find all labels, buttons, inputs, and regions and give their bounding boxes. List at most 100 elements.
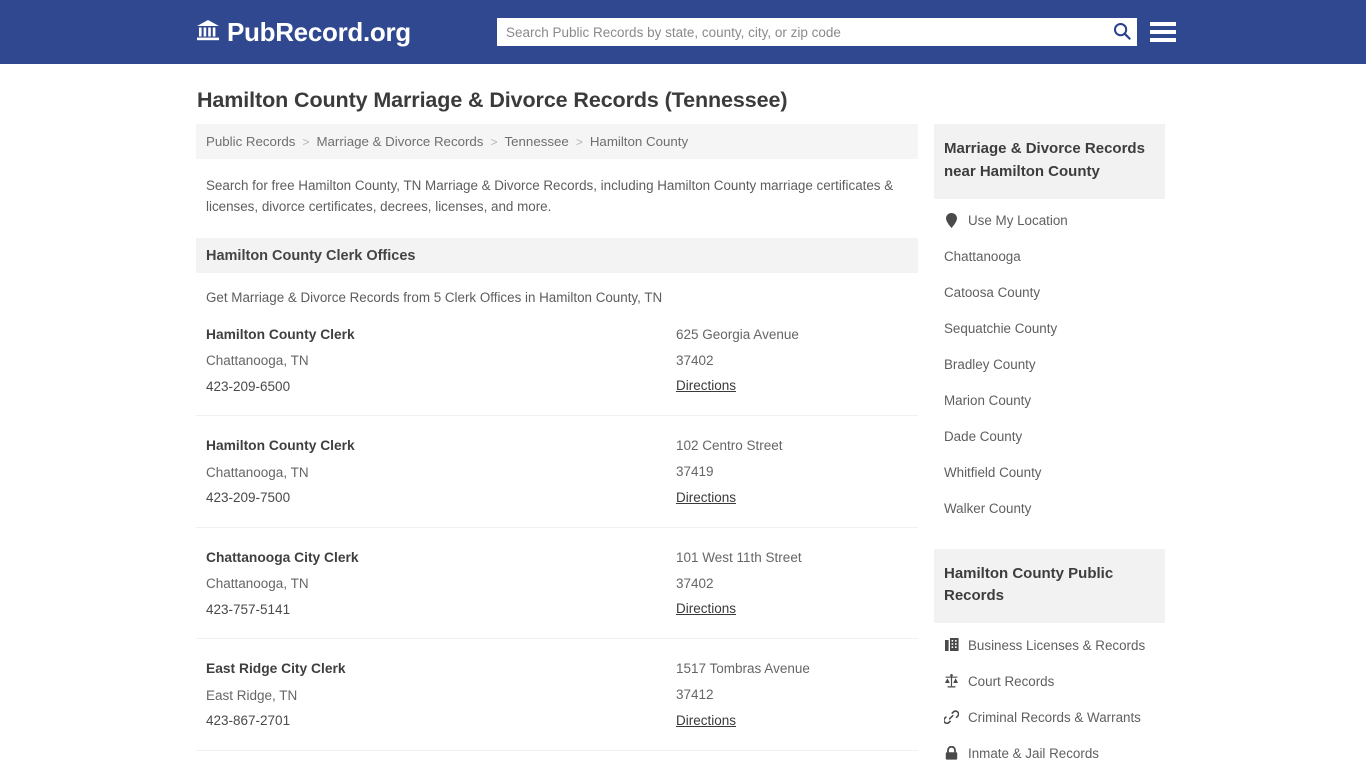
sidebar-item-label: Walker County (944, 501, 1032, 517)
sidebar-item-label: Bradley County (944, 357, 1036, 373)
main-column: Public Records > Marriage & Divorce Reco… (196, 124, 918, 768)
sidebar-item-label: Chattanooga (944, 249, 1021, 265)
nearby-records-panel: Marriage & Divorce Records near Hamilton… (934, 124, 1165, 527)
directions-link[interactable]: Directions (676, 708, 736, 734)
breadcrumb-item-hamilton-county[interactable]: Hamilton County (590, 134, 688, 149)
office-street: 102 Centro Street (676, 438, 783, 454)
sidebar: Marriage & Divorce Records near Hamilton… (934, 124, 1165, 768)
sidebar-item-label: Inmate & Jail Records (968, 745, 1099, 761)
sidebar-item-label: Criminal Records & Warrants (968, 709, 1141, 725)
search-icon (1113, 22, 1131, 43)
clerk-offices-subheading: Get Marriage & Divorce Records from 5 Cl… (206, 290, 663, 305)
sidebar-item-label: Marion County (944, 393, 1032, 409)
sidebar-item-criminal-records[interactable]: Criminal Records & Warrants (934, 699, 1165, 735)
lock-icon (944, 746, 959, 760)
sidebar-item-whitfield-county[interactable]: Whitfield County (934, 455, 1165, 491)
sidebar-item-court-records[interactable]: Court Records (934, 663, 1165, 699)
sidebar-item-label: Catoosa County (944, 285, 1041, 301)
sidebar-item-label: Dade County (944, 429, 1023, 445)
office-left-column: Hamilton County Clerk Chattanooga, TN 42… (206, 322, 676, 399)
office-name: East Ridge City Clerk (206, 661, 346, 677)
office-phone: 423-209-6500 (206, 378, 291, 394)
sidebar-item-bradley-county[interactable]: Bradley County (934, 347, 1165, 383)
breadcrumb-separator: > (490, 134, 498, 149)
table-row: East Ridge City Clerk East Ridge, TN 423… (196, 639, 918, 751)
nearby-panel-heading: Marriage & Divorce Records near Hamilton… (934, 124, 1165, 199)
sidebar-item-use-my-location[interactable]: Use My Location (934, 203, 1165, 239)
search-bar[interactable] (497, 18, 1137, 46)
sidebar-item-sequatchie-county[interactable]: Sequatchie County (934, 311, 1165, 347)
bank-building-icon (196, 19, 220, 46)
public-records-panel: Hamilton County Public Records Business … (934, 548, 1165, 768)
sidebar-item-marion-county[interactable]: Marion County (934, 383, 1165, 419)
office-phone: 423-867-2701 (206, 713, 291, 729)
table-row: Hamilton County Clerk Chattanooga, TN 42… (196, 416, 918, 528)
directions-link[interactable]: Directions (676, 373, 736, 399)
office-left-column: Hamilton County Clerk Chattanooga, TN 42… (206, 433, 676, 510)
table-row: Chattanooga City Clerk Chattanooga, TN 4… (196, 528, 918, 640)
search-button[interactable] (1107, 18, 1137, 46)
page-title: Hamilton County Marriage & Divorce Recor… (197, 88, 788, 112)
building-icon (944, 638, 959, 652)
office-left-column: Chattanooga City Clerk Chattanooga, TN 4… (206, 545, 676, 622)
office-city: Chattanooga, TN (206, 576, 309, 592)
search-input[interactable] (497, 19, 1107, 45)
office-right-column: 1517 Tombras Avenue 37412 Directions (676, 656, 908, 733)
office-right-column: 625 Georgia Avenue 37402 Directions (676, 322, 908, 399)
office-street: 625 Georgia Avenue (676, 327, 799, 342)
clerk-offices-heading: Hamilton County Clerk Offices (196, 238, 918, 273)
sidebar-item-catoosa-county[interactable]: Catoosa County (934, 275, 1165, 311)
office-phone: 423-209-7500 (206, 490, 291, 506)
menu-bar-3 (1150, 38, 1176, 42)
map-pin-icon (944, 213, 959, 229)
breadcrumb: Public Records > Marriage & Divorce Reco… (196, 124, 918, 159)
breadcrumb-item-tennessee[interactable]: Tennessee (504, 134, 568, 149)
office-left-column: East Ridge City Clerk East Ridge, TN 423… (206, 656, 676, 733)
sidebar-item-label: Use My Location (968, 213, 1068, 229)
sidebar-item-label: Court Records (968, 673, 1055, 689)
site-header: PubRecord.org (0, 0, 1366, 64)
sidebar-item-business-licenses[interactable]: Business Licenses & Records (934, 627, 1165, 663)
office-street: 1517 Tombras Avenue (676, 661, 810, 677)
sidebar-item-label: Whitfield County (944, 465, 1042, 481)
site-logo[interactable]: PubRecord.org (196, 19, 411, 46)
breadcrumb-separator: > (575, 134, 583, 149)
records-panel-heading: Hamilton County Public Records (934, 548, 1165, 624)
breadcrumb-item-public-records[interactable]: Public Records (206, 134, 295, 149)
office-phone: 423-757-5141 (206, 601, 291, 617)
records-links-list: Business Licenses & Records Court Record… (934, 623, 1165, 768)
table-row: Hamilton County Clerk Chattanooga, TN 42… (196, 305, 918, 417)
directions-link[interactable]: Directions (676, 596, 736, 622)
sidebar-item-walker-county[interactable]: Walker County (934, 491, 1165, 527)
office-name: Hamilton County Clerk (206, 327, 355, 342)
office-name: Hamilton County Clerk (206, 438, 355, 454)
menu-bar-2 (1150, 30, 1176, 34)
nearby-links-list: Use My Location Chattanooga Catoosa Coun… (934, 199, 1165, 527)
page-description: Search for free Hamilton County, TN Marr… (206, 178, 894, 214)
sidebar-item-label: Sequatchie County (944, 321, 1058, 337)
sidebar-item-dade-county[interactable]: Dade County (934, 419, 1165, 455)
directions-link[interactable]: Directions (676, 485, 736, 511)
office-zip: 37412 (676, 687, 714, 703)
sidebar-item-chattanooga[interactable]: Chattanooga (934, 239, 1165, 275)
sidebar-item-label: Business Licenses & Records (968, 637, 1146, 653)
office-street: 101 West 11th Street (676, 549, 802, 565)
office-zip: 37402 (676, 575, 714, 591)
menu-bar-1 (1150, 22, 1176, 26)
table-row: Soddy-Daisy Clerk Soddy-Daisy, TN 423-33… (196, 751, 918, 768)
office-zip: 37419 (676, 464, 714, 480)
scales-of-justice-icon (944, 674, 959, 688)
office-right-column: 102 Centro Street 37419 Directions (676, 433, 908, 510)
hamburger-menu-button[interactable] (1150, 18, 1176, 46)
office-city: Chattanooga, TN (206, 353, 309, 369)
logo-text: PubRecord.org (227, 17, 411, 47)
office-right-column: 101 West 11th Street 37402 Directions (676, 545, 908, 622)
office-name: Chattanooga City Clerk (206, 549, 359, 565)
breadcrumb-separator: > (302, 134, 310, 149)
breadcrumb-item-marriage-divorce-records[interactable]: Marriage & Divorce Records (316, 134, 483, 149)
clerk-offices-list: Hamilton County Clerk Chattanooga, TN 42… (196, 305, 918, 768)
office-zip: 37402 (676, 352, 714, 368)
sidebar-item-inmate-jail-records[interactable]: Inmate & Jail Records (934, 735, 1165, 768)
office-city: Chattanooga, TN (206, 464, 309, 480)
chain-link-icon (944, 710, 959, 725)
